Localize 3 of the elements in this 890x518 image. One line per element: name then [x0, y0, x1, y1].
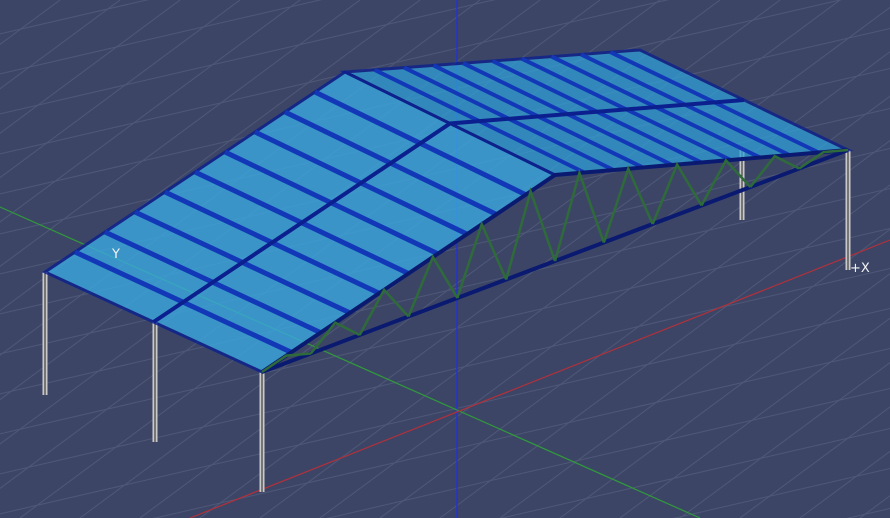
3d-viewport[interactable]: Y +X: [0, 0, 890, 518]
axis-label: Y: [112, 248, 120, 261]
axis-label: +X: [850, 262, 870, 275]
